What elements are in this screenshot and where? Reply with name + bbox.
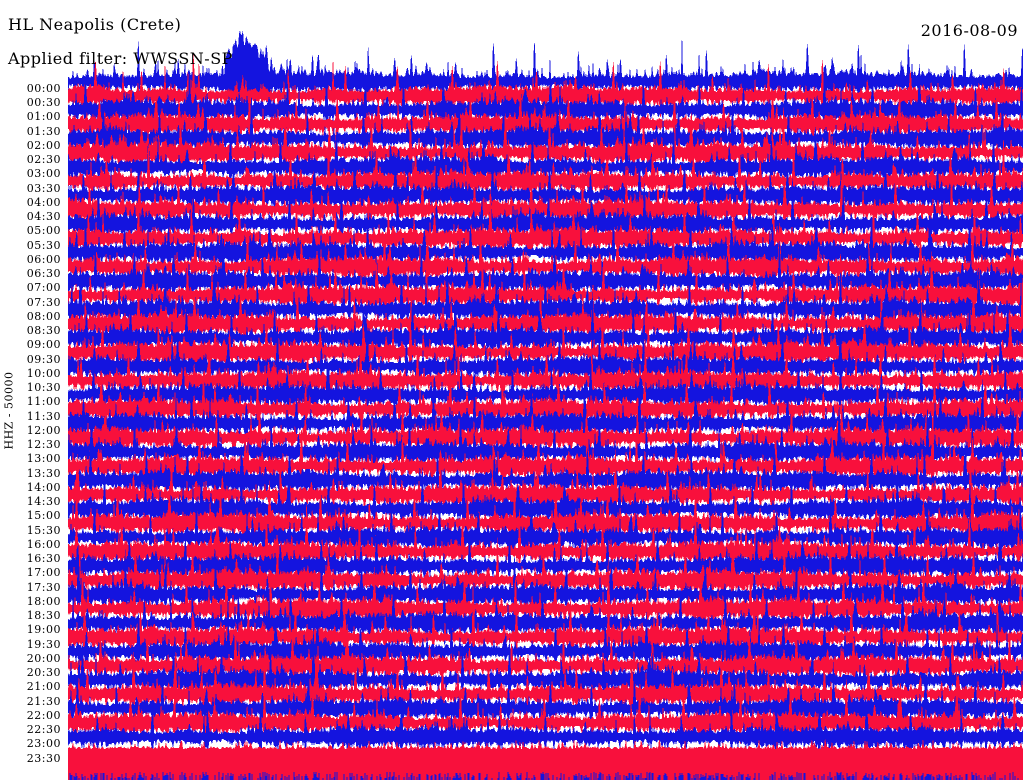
time-label: 17:30 (26, 580, 61, 594)
time-label: 05:30 (26, 238, 61, 252)
time-label: 08:30 (26, 324, 61, 338)
time-label: 07:00 (26, 281, 61, 295)
time-label: 02:00 (26, 138, 61, 152)
time-label: 21:30 (26, 694, 61, 708)
helicorder-plot (68, 29, 1023, 780)
time-axis: 00:00 00:30 01:00 01:30 02:00 02:30 03:00 03:30… (0, 0, 61, 780)
time-label: 20:00 (26, 651, 61, 665)
time-label: 11:00 (26, 395, 61, 409)
time-label: 02:30 (26, 153, 61, 167)
time-label: 19:00 (26, 623, 61, 637)
time-label: 10:30 (26, 381, 61, 395)
date-label: 2016-08-09 (920, 21, 1018, 40)
time-label: 17:00 (26, 566, 61, 580)
time-label: 18:00 (26, 594, 61, 608)
helicorder-screen: HL Neapolis (Crete) Applied filter: WWSS… (0, 0, 1024, 780)
time-label: 20:30 (26, 666, 61, 680)
time-label: 23:00 (26, 737, 61, 751)
time-label: 14:30 (26, 495, 61, 509)
time-label: 21:00 (26, 680, 61, 694)
time-label: 23:30 (26, 751, 61, 765)
time-label: 08:00 (26, 309, 61, 323)
time-label: 00:30 (26, 96, 61, 110)
time-label: 03:00 (26, 167, 61, 181)
time-label: 03:30 (26, 181, 61, 195)
time-label: 16:30 (26, 552, 61, 566)
time-label: 15:00 (26, 509, 61, 523)
time-label: 09:30 (26, 352, 61, 366)
time-label: 04:30 (26, 210, 61, 224)
time-label: 01:30 (26, 124, 61, 138)
time-label: 06:00 (26, 252, 61, 266)
time-label: 06:30 (26, 267, 61, 281)
time-label: 16:00 (26, 537, 61, 551)
time-label: 10:00 (26, 366, 61, 380)
time-label: 01:00 (26, 110, 61, 124)
time-label: 12:00 (26, 423, 61, 437)
time-label: 13:00 (26, 452, 61, 466)
time-label: 14:00 (26, 480, 61, 494)
time-label: 18:30 (26, 609, 61, 623)
time-label: 05:00 (26, 224, 61, 238)
filter-label: Applied filter: WWSSN-SP (8, 49, 233, 68)
time-label: 15:30 (26, 523, 61, 537)
time-label: 09:00 (26, 338, 61, 352)
time-label: 11:30 (26, 409, 61, 423)
time-label: 19:30 (26, 637, 61, 651)
time-label: 13:30 (26, 466, 61, 480)
time-label: 22:00 (26, 708, 61, 722)
time-label: 00:00 (26, 81, 61, 95)
time-label: 12:30 (26, 438, 61, 452)
time-label: 07:30 (26, 295, 61, 309)
time-label: 22:30 (26, 723, 61, 737)
time-label: 04:00 (26, 195, 61, 209)
